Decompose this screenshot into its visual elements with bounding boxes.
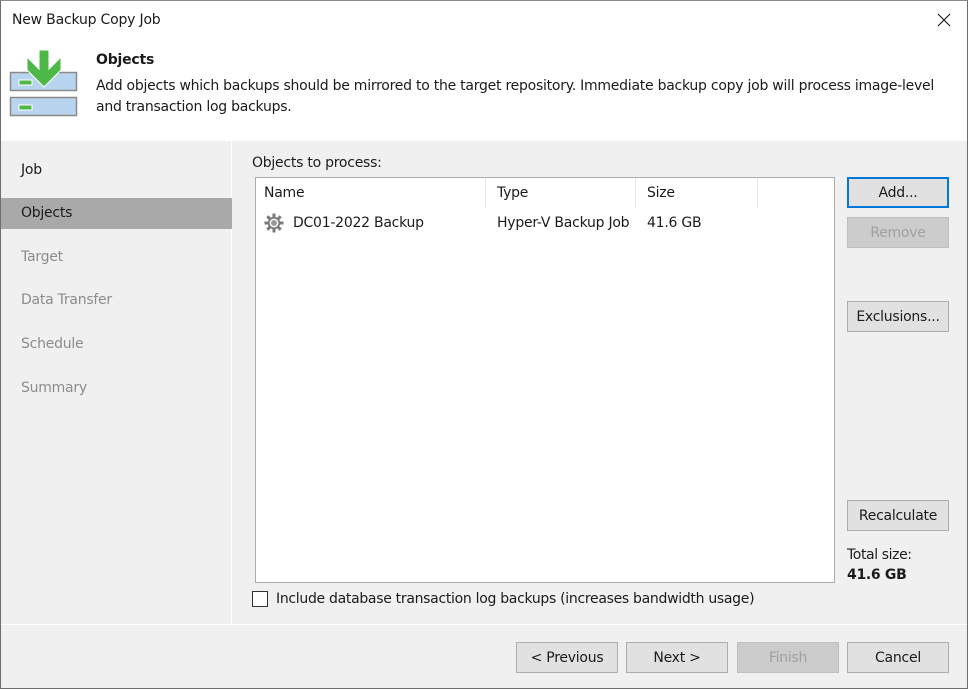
sidebar-item-schedule[interactable]: Schedule	[1, 329, 232, 360]
objects-panel: Objects to process: Name Type Size DC01-…	[233, 141, 967, 624]
backup-copy-download-icon	[9, 49, 78, 117]
sidebar-item-data-transfer[interactable]: Data Transfer	[1, 285, 232, 316]
gear-icon	[264, 213, 284, 233]
object-size: 41.6 GB	[647, 215, 702, 231]
include-log-backups-label: Include database transaction log backups…	[276, 591, 755, 607]
finish-button[interactable]: Finish	[737, 642, 839, 673]
wizard-steps-sidebar: Job Objects Target Data Transfer Schedul…	[1, 141, 232, 624]
remove-button[interactable]: Remove	[847, 217, 949, 248]
close-button[interactable]	[921, 1, 967, 39]
page-description: Add objects which backups should be mirr…	[96, 78, 935, 115]
cell-name: DC01-2022 Backup	[264, 208, 486, 238]
cancel-button[interactable]: Cancel	[847, 642, 949, 673]
total-size-value: 41.6 GB	[847, 567, 907, 583]
close-icon	[937, 13, 951, 27]
list-item[interactable]: DC01-2022 Backup Hyper-V Backup Job 41.6…	[256, 208, 834, 238]
column-header-size[interactable]: Size	[636, 178, 758, 208]
include-log-backups-checkbox[interactable]	[252, 591, 268, 607]
title-bar: New Backup Copy Job	[1, 1, 967, 41]
next-button[interactable]: Next >	[626, 642, 728, 673]
sidebar-item-objects[interactable]: Objects	[1, 198, 232, 229]
object-type: Hyper-V Backup Job	[497, 215, 630, 231]
sidebar-item-job[interactable]: Job	[1, 155, 232, 186]
include-log-backups-option[interactable]: Include database transaction log backups…	[252, 591, 755, 607]
wizard-header: Objects Add objects which backups should…	[1, 41, 967, 141]
objects-list[interactable]: Name Type Size DC01-2022 Backup Hyper-V …	[255, 177, 835, 583]
previous-button[interactable]: < Previous	[516, 642, 618, 673]
sidebar-item-target[interactable]: Target	[1, 242, 232, 273]
new-backup-copy-job-dialog: New Backup Copy Job Objects Add objects …	[0, 0, 968, 689]
window-title: New Backup Copy Job	[12, 12, 161, 28]
list-header: Name Type Size	[256, 178, 834, 208]
column-header-type[interactable]: Type	[486, 178, 636, 208]
page-title: Objects	[96, 52, 155, 68]
object-name: DC01-2022 Backup	[293, 215, 424, 231]
sidebar-item-summary[interactable]: Summary	[1, 373, 232, 404]
objects-to-process-label: Objects to process:	[252, 155, 382, 171]
exclusions-button[interactable]: Exclusions...	[847, 301, 949, 332]
wizard-footer: < Previous Next > Finish Cancel	[1, 624, 967, 688]
column-header-name[interactable]: Name	[256, 178, 486, 208]
total-size-label: Total size:	[847, 547, 912, 563]
recalculate-button[interactable]: Recalculate	[847, 500, 949, 531]
add-button[interactable]: Add...	[847, 177, 949, 208]
